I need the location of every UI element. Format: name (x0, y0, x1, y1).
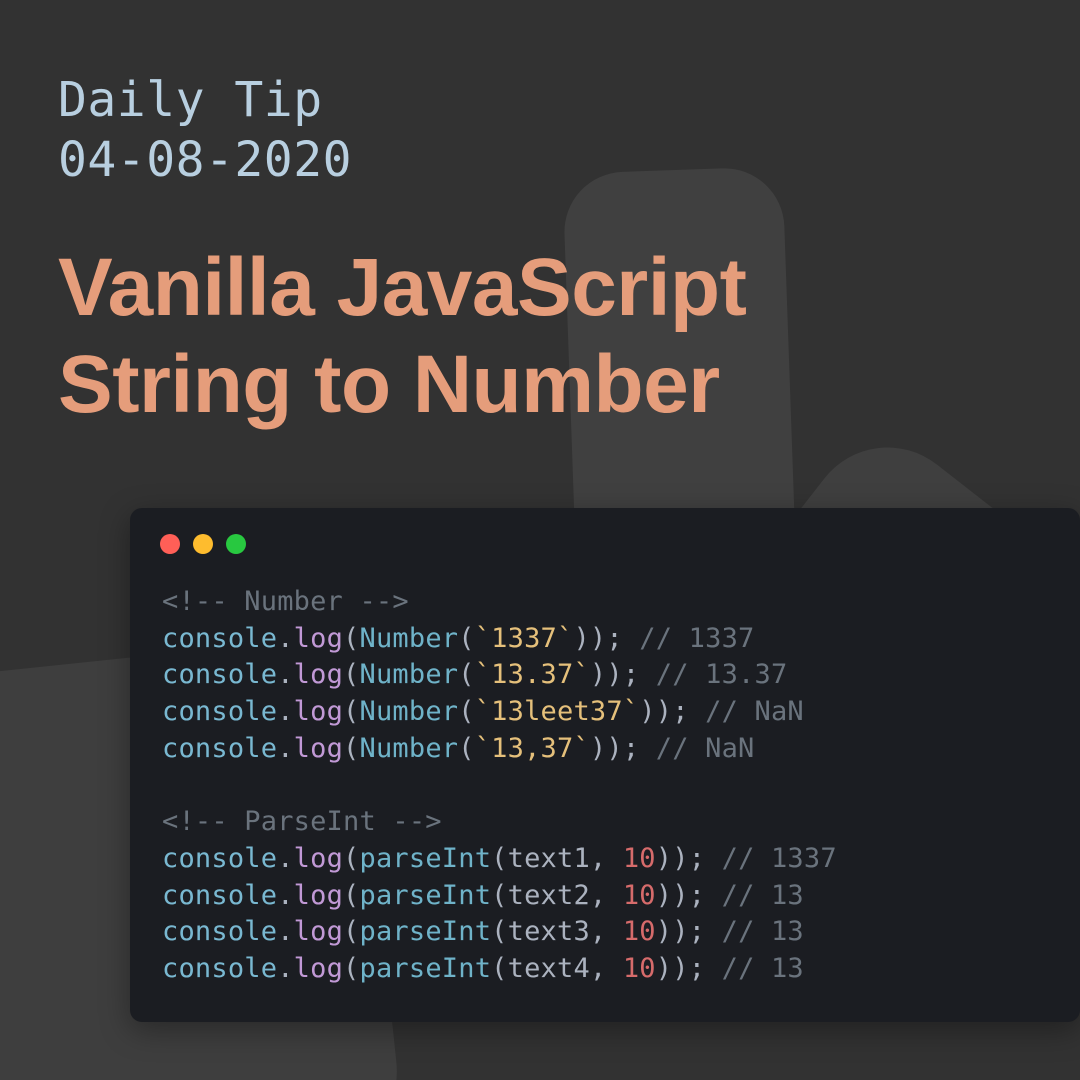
code-comment: <!-- ParseInt --> (162, 806, 442, 837)
code-line: console.log(parseInt(text1, 10)); // 133… (162, 841, 1048, 878)
minimize-icon (193, 534, 213, 554)
string-literal: `13.37` (475, 659, 590, 690)
variable: text4 (508, 953, 590, 984)
code-line: console.log(Number(`13leet37`)); // NaN (162, 694, 1048, 731)
number-literal: 10 (623, 916, 656, 947)
title-line1: Vanilla JavaScript (58, 240, 1080, 337)
code-line: console.log(Number(`1337`)); // 1337 (162, 621, 1048, 658)
string-literal: `13leet37` (475, 696, 640, 727)
subtitle: Daily Tip 04-08-2020 (0, 0, 1080, 190)
variable: text3 (508, 916, 590, 947)
number-literal: 10 (623, 843, 656, 874)
string-literal: `13,37` (475, 733, 590, 764)
variable: text1 (508, 843, 590, 874)
number-literal: 10 (623, 953, 656, 984)
result-comment: // 13 (722, 953, 804, 984)
code-line: console.log(Number(`13,37`)); // NaN (162, 731, 1048, 768)
result-comment: // 13.37 (656, 659, 788, 690)
result-comment: // 1337 (639, 623, 754, 654)
code-line: <!-- Number --> (162, 584, 1048, 621)
title-line2: String to Number (58, 337, 1080, 434)
code-line: console.log(parseInt(text2, 10)); // 13 (162, 878, 1048, 915)
code-line: console.log(Number(`13.37`)); // 13.37 (162, 657, 1048, 694)
code-line: console.log(parseInt(text3, 10)); // 13 (162, 914, 1048, 951)
subtitle-line2: 04-08-2020 (58, 130, 1080, 190)
variable: text2 (508, 880, 590, 911)
content-container: Daily Tip 04-08-2020 Vanilla JavaScript … (0, 0, 1080, 1080)
code-comment: <!-- Number --> (162, 586, 409, 617)
traffic-lights (130, 508, 1080, 554)
close-icon (160, 534, 180, 554)
result-comment: // NaN (656, 733, 755, 764)
number-literal: 10 (623, 880, 656, 911)
result-comment: // 13 (722, 880, 804, 911)
subtitle-line1: Daily Tip (58, 70, 1080, 130)
result-comment: // NaN (705, 696, 804, 727)
result-comment: // 13 (722, 916, 804, 947)
code-line: console.log(parseInt(text4, 10)); // 13 (162, 951, 1048, 988)
page-title: Vanilla JavaScript String to Number (0, 190, 1080, 434)
code-line: <!-- ParseInt --> (162, 804, 1048, 841)
result-comment: // 1337 (722, 843, 837, 874)
code-block: <!-- Number --> console.log(Number(`1337`… (130, 554, 1080, 1022)
string-literal: `1337` (475, 623, 574, 654)
maximize-icon (226, 534, 246, 554)
code-window: <!-- Number --> console.log(Number(`1337`… (130, 508, 1080, 1022)
code-line (162, 768, 1048, 805)
